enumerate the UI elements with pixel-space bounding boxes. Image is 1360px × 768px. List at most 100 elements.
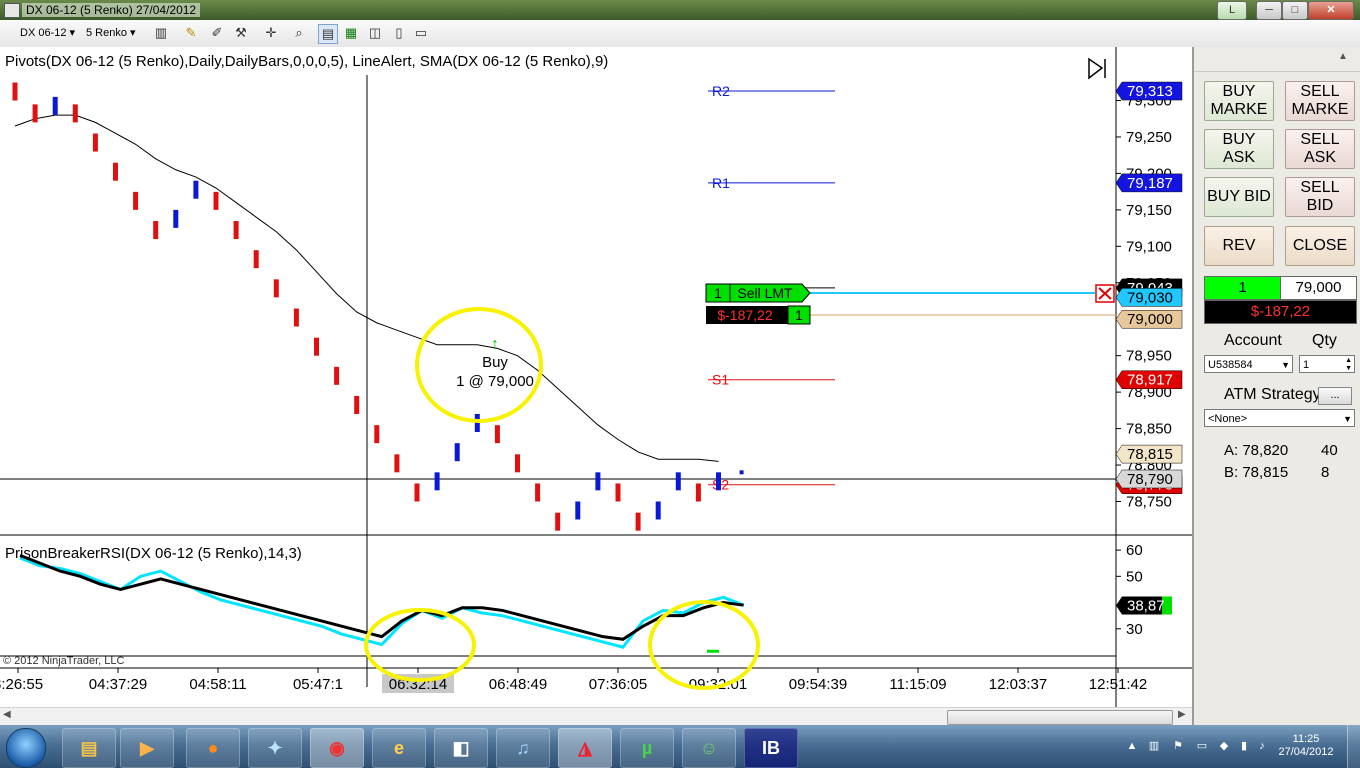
maximize-button[interactable]: □ bbox=[1282, 1, 1308, 20]
tray-network-icon[interactable]: ▥ bbox=[1148, 740, 1160, 752]
close-button[interactable]: ✕ bbox=[1308, 1, 1354, 20]
renko-brick bbox=[474, 414, 480, 432]
start-button[interactable] bbox=[6, 728, 46, 768]
skip-to-end-icon[interactable] bbox=[1088, 57, 1106, 80]
draw-tool-icon[interactable]: ✐ bbox=[208, 24, 226, 42]
price-axis-label: 79,100 bbox=[1126, 238, 1172, 255]
price-tag-r1: 79,187 bbox=[1115, 173, 1183, 193]
time-axis-label: 07:36:05 bbox=[589, 676, 647, 693]
reverse-button[interactable]: REV bbox=[1204, 226, 1274, 266]
scroll-right-icon[interactable]: ▶ bbox=[1178, 709, 1186, 720]
bar-type-icon[interactable]: ▥ bbox=[152, 24, 170, 42]
tray-clock[interactable]: 11:25 27/04/2012 bbox=[1275, 733, 1337, 759]
firefox-icon[interactable]: ● bbox=[186, 728, 240, 768]
rsi-signal-line bbox=[19, 556, 745, 649]
strategy-icon[interactable]: ◫ bbox=[366, 24, 384, 42]
properties-icon[interactable]: ▯ bbox=[390, 24, 408, 42]
stepper-arrows-icon[interactable]: ▲ ▼ bbox=[1345, 357, 1352, 373]
buy-bid-button[interactable]: BUY BID bbox=[1204, 177, 1274, 217]
atm-strategy-select[interactable]: <None> ▼ bbox=[1204, 409, 1355, 427]
buy-market-button[interactable]: BUY MARKE bbox=[1204, 81, 1274, 121]
media-player-icon[interactable]: ▶ bbox=[120, 728, 174, 768]
zoom-icon[interactable]: ⌕ bbox=[290, 24, 308, 42]
tray-display-icon[interactable]: ▭ bbox=[1196, 740, 1208, 752]
tray-dropbox-icon[interactable]: ◆ bbox=[1218, 740, 1230, 752]
price-tag-ask: 78,815 bbox=[1115, 444, 1183, 464]
instrument-selector[interactable]: DX 06-12 ▾ bbox=[20, 25, 75, 41]
pivot-label-r2: R2 bbox=[712, 83, 730, 99]
qty-stepper[interactable]: 1 ▲ ▼ bbox=[1299, 355, 1355, 373]
clock-date: 27/04/2012 bbox=[1278, 746, 1334, 758]
renko-brick bbox=[454, 443, 460, 462]
position-tag: $-187,22 1 bbox=[706, 305, 811, 325]
order-qty: 1 bbox=[714, 285, 722, 301]
itunes-icon[interactable]: ♫ bbox=[496, 728, 550, 768]
price-tag-cursor: 78,790 bbox=[1115, 469, 1183, 489]
account-value: U538584 bbox=[1208, 359, 1253, 371]
chart-canvas[interactable]: R2R1PPS1S2 79,30079,25079,20079,15079,10… bbox=[0, 47, 1192, 707]
data-box-icon[interactable]: ▦ bbox=[342, 24, 360, 42]
messenger-icon[interactable]: ☺ bbox=[682, 728, 736, 768]
crosshair-icon[interactable]: ✛ bbox=[262, 24, 280, 42]
panel-scroll-up-icon[interactable]: ▲ bbox=[1338, 51, 1348, 62]
tray-signal-icon[interactable]: ▮ bbox=[1238, 740, 1250, 752]
chart-panel[interactable]: R2R1PPS1S2 79,30079,25079,20079,15079,10… bbox=[0, 47, 1192, 707]
position-pnl-tag: $-187,22 bbox=[717, 307, 772, 323]
utorrent-icon[interactable]: µ bbox=[620, 728, 674, 768]
time-axis-label: 12:03:37 bbox=[989, 676, 1047, 693]
ask-price: A: 78,820 bbox=[1224, 442, 1289, 459]
internet-explorer-icon[interactable]: e bbox=[372, 728, 426, 768]
renko-brick bbox=[515, 454, 520, 473]
rsi-axis-label: 50 bbox=[1126, 568, 1143, 585]
price-tag-order: 79,030 bbox=[1115, 288, 1183, 307]
tray-flag-icon[interactable]: ⚑ bbox=[1172, 740, 1184, 752]
time-axis-label: 3:26:55 bbox=[0, 676, 43, 693]
show-desktop-button[interactable] bbox=[1347, 725, 1360, 768]
buy-ask-button[interactable]: BUY ASK bbox=[1204, 129, 1274, 169]
sell-ask-button[interactable]: SELL ASK bbox=[1285, 129, 1355, 169]
scroll-left-icon[interactable]: ◀ bbox=[3, 709, 11, 720]
renko-brick bbox=[595, 472, 601, 491]
sell-market-button[interactable]: SELL MARKE bbox=[1285, 81, 1355, 121]
chrome-icon[interactable]: ◉ bbox=[310, 728, 364, 768]
position-avg-price: 79,000 bbox=[1280, 276, 1357, 300]
title-bar: DX 06-12 (5 Renko) 27/04/2012 L ─ □ ✕ bbox=[0, 0, 1360, 20]
tray-volume-icon[interactable]: ♪ bbox=[1256, 740, 1268, 752]
renko-brick bbox=[193, 180, 199, 199]
renko-brick bbox=[494, 425, 500, 444]
sell-limit-order-tag[interactable]: 1 Sell LMT bbox=[705, 283, 811, 303]
price-tag-text: 78,790 bbox=[1127, 471, 1173, 488]
sell-bid-button[interactable]: SELL BID bbox=[1285, 177, 1355, 217]
chart-trader-icon[interactable]: ▤ bbox=[318, 24, 338, 44]
explorer-icon[interactable]: ▤ bbox=[62, 728, 116, 768]
account-select[interactable]: U538584 ▼ bbox=[1204, 355, 1293, 373]
cancel-order-icon[interactable] bbox=[1095, 284, 1115, 303]
renko-brick bbox=[32, 104, 38, 123]
renko-brick bbox=[173, 209, 179, 228]
minimize-button[interactable]: ─ bbox=[1256, 1, 1282, 20]
chart-trader-panel: ▲ BUY MARKE SELL MARKE BUY ASK SELL ASK … bbox=[1192, 47, 1360, 725]
position-pnl: $-187,22 bbox=[1204, 300, 1357, 324]
rsi-main-line bbox=[19, 553, 744, 641]
tray-arrow-icon[interactable]: ▲ bbox=[1126, 740, 1138, 752]
link-button[interactable]: L bbox=[1217, 1, 1247, 20]
atm-strategy-options-button[interactable]: ... bbox=[1318, 387, 1352, 405]
interactive-brokers-icon[interactable]: IB bbox=[744, 728, 798, 768]
wrench-icon[interactable]: ⚒ bbox=[232, 24, 250, 42]
chevron-down-icon: ▼ bbox=[1281, 360, 1290, 370]
paint-icon[interactable]: ◧ bbox=[434, 728, 488, 768]
chart-scrollbar[interactable]: ◀ ▶ bbox=[0, 707, 1192, 726]
scrollbar-thumb[interactable] bbox=[947, 710, 1173, 725]
safari-icon[interactable]: ✦ bbox=[248, 728, 302, 768]
price-tag-r2: 79,313 bbox=[1115, 81, 1183, 101]
renko-brick bbox=[293, 308, 299, 327]
draw-pencil-icon[interactable]: ✎ bbox=[182, 24, 200, 42]
time-axis-label: 04:58:11 bbox=[189, 676, 246, 693]
screenshot-icon[interactable]: ▭ bbox=[412, 24, 430, 42]
close-position-button[interactable]: CLOSE bbox=[1285, 226, 1355, 266]
bid-price: B: 78,815 bbox=[1224, 464, 1289, 481]
ninjatrader-icon[interactable]: ◮ bbox=[558, 728, 612, 768]
order-type: Sell LMT bbox=[737, 285, 793, 301]
taskbar: ▤ ▶ ● ✦ ◉ e ◧ ♫ ◮ µ ☺ IB ▲ ▥ ⚑ ▭ ◆ ▮ ♪ 1… bbox=[0, 725, 1360, 768]
period-selector[interactable]: 5 Renko ▾ bbox=[86, 25, 136, 41]
